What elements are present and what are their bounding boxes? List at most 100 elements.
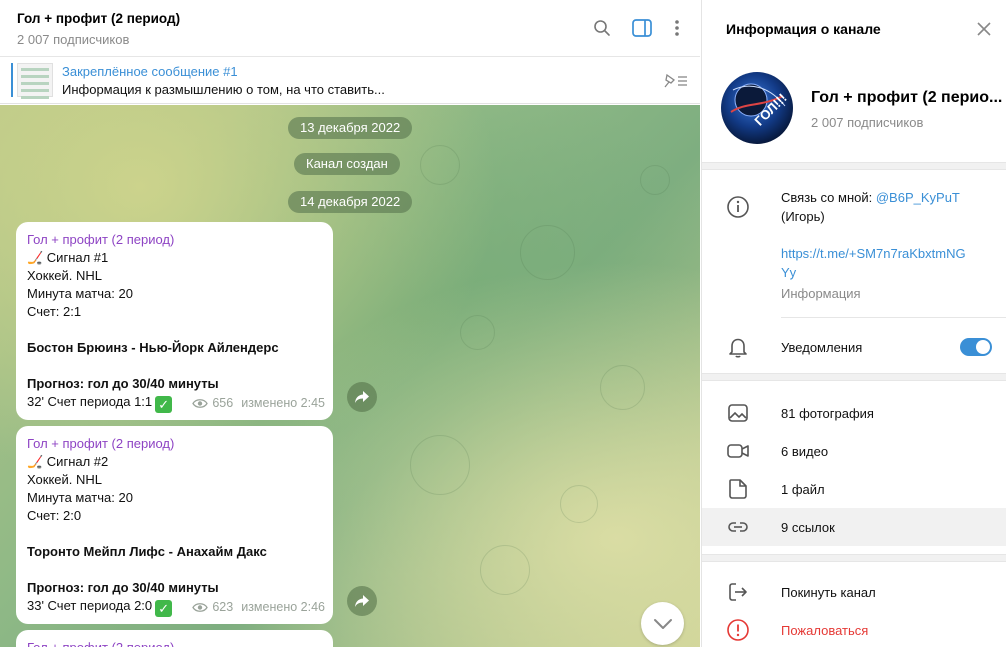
search-icon[interactable] bbox=[591, 17, 613, 39]
invite-link[interactable]: https://t.me/+SM7n7raKbxtmNG Yy bbox=[781, 244, 966, 282]
share-icon bbox=[355, 595, 369, 607]
edited-time: изменено 2:46 bbox=[241, 600, 325, 614]
views-count: 623 bbox=[212, 600, 234, 614]
message-bubble[interactable]: Гол + профит (2 период) 🏒 Сигнал #2 Хокк… bbox=[16, 426, 333, 624]
pinned-text: Информация к размышлению о том, на что с… bbox=[62, 82, 385, 97]
media-row-files[interactable]: 1 файл bbox=[702, 470, 1006, 508]
pinned-list-icon[interactable] bbox=[662, 71, 690, 91]
section-divider bbox=[702, 162, 1006, 170]
message-line: Прогноз: гол до 30/40 минуты bbox=[27, 580, 219, 595]
info-icon bbox=[726, 195, 750, 219]
message-line: 33' Счет периода 2:0 bbox=[27, 598, 153, 613]
message-author[interactable]: Гол + профит (2 период) bbox=[27, 639, 322, 647]
leave-channel-button[interactable]: Покинуть канал bbox=[702, 573, 1006, 611]
files-count: 1 файл bbox=[781, 482, 825, 497]
message-line: Хоккей. NHL bbox=[27, 268, 102, 283]
date-separator: 13 декабря 2022 bbox=[288, 117, 413, 139]
more-menu-icon[interactable] bbox=[666, 17, 688, 39]
message-bubble[interactable]: Гол + профит (2 период) bbox=[16, 630, 333, 647]
channel-subscribers: 2 007 подписчиков bbox=[811, 115, 924, 130]
video-icon bbox=[726, 439, 750, 463]
chevron-down-icon bbox=[653, 618, 672, 629]
row-divider bbox=[781, 317, 1006, 318]
chat-subtitle: 2 007 подписчиков bbox=[17, 32, 130, 47]
section-divider bbox=[702, 554, 1006, 562]
background-doodle bbox=[560, 485, 598, 523]
notifications-label: Уведомления bbox=[781, 340, 863, 355]
section-divider bbox=[702, 373, 1006, 381]
message-line: 🏒 Сигнал #1 bbox=[27, 250, 109, 265]
message-line: 🏒 Сигнал #2 bbox=[27, 454, 109, 469]
message-meta: 623 изменено 2:46 bbox=[192, 598, 325, 616]
scroll-to-bottom-button[interactable] bbox=[641, 602, 684, 645]
links-count: 9 ссылок bbox=[781, 520, 835, 535]
pinned-message[interactable]: Закреплённое сообщение #1 Информация к р… bbox=[0, 57, 700, 104]
photo-icon bbox=[726, 401, 750, 425]
videos-count: 6 видео bbox=[781, 444, 829, 459]
media-row-videos[interactable]: 6 видео bbox=[702, 432, 1006, 470]
message-line bbox=[27, 321, 322, 339]
views-icon bbox=[192, 602, 209, 612]
views-count: 656 bbox=[212, 396, 234, 410]
report-icon bbox=[726, 618, 750, 642]
contact-username-link[interactable]: @B6P_KyPuT bbox=[876, 190, 960, 205]
sidebar-toggle-icon[interactable] bbox=[631, 17, 653, 39]
report-button[interactable]: Пожаловаться bbox=[702, 611, 1006, 647]
contact-suffix: (Игорь) bbox=[781, 209, 825, 224]
views-icon bbox=[192, 398, 209, 408]
message-line bbox=[27, 357, 322, 375]
invite-link-line[interactable]: https://t.me/+SM7n7raKbxtmNG bbox=[781, 246, 966, 261]
message-line: Счет: 2:0 bbox=[27, 508, 82, 523]
message-line: Минута матча: 20 bbox=[27, 490, 133, 505]
close-icon[interactable] bbox=[974, 19, 994, 39]
message-line bbox=[27, 561, 322, 579]
media-row-links[interactable]: 9 ссылок bbox=[702, 508, 1006, 546]
background-doodle bbox=[600, 365, 645, 410]
background-doodle bbox=[460, 315, 495, 350]
background-doodle bbox=[420, 145, 460, 185]
message-line: 32' Счет периода 1:1 bbox=[27, 394, 153, 409]
link-icon bbox=[726, 515, 750, 539]
message-author[interactable]: Гол + профит (2 период) bbox=[27, 231, 322, 249]
message-author[interactable]: Гол + профит (2 период) bbox=[27, 435, 322, 453]
message-line: Прогноз: гол до 30/40 минуты bbox=[27, 376, 219, 391]
background-doodle bbox=[640, 165, 670, 195]
message-line: Торонто Мейпл Лифс - Анахайм Дакс bbox=[27, 544, 267, 559]
service-message: Канал создан bbox=[294, 153, 400, 175]
channel-description: Связь со мной: @B6P_KyPuT (Игорь) bbox=[781, 188, 960, 226]
photos-count: 81 фотография bbox=[781, 406, 874, 421]
pinned-indicator bbox=[11, 63, 13, 97]
pinned-thumbnail bbox=[17, 63, 53, 99]
exit-icon bbox=[726, 580, 750, 604]
forward-button[interactable] bbox=[347, 382, 377, 412]
report-label: Пожаловаться bbox=[781, 623, 869, 638]
invite-link-line[interactable]: Yy bbox=[781, 265, 796, 280]
message-bubble[interactable]: Гол + профит (2 период) 🏒 Сигнал #1 Хокк… bbox=[16, 222, 333, 420]
edited-time: изменено 2:45 bbox=[241, 396, 325, 410]
message-meta: 656 изменено 2:45 bbox=[192, 394, 325, 412]
message-line: Счет: 2:1 bbox=[27, 304, 82, 319]
background-doodle bbox=[520, 225, 575, 280]
contact-prefix: Связь со мной: bbox=[781, 190, 876, 205]
channel-info-panel: Информация о канале ГОЛ!!! Гол + профит … bbox=[701, 0, 1006, 647]
share-icon bbox=[355, 391, 369, 403]
notifications-toggle[interactable] bbox=[960, 338, 992, 356]
pinned-title: Закреплённое сообщение #1 bbox=[62, 64, 238, 79]
info-panel-title: Информация о канале bbox=[726, 21, 881, 37]
message-line: Хоккей. NHL bbox=[27, 472, 102, 487]
message-line: Бостон Брюинз - Нью-Йорк Айлендерс bbox=[27, 340, 279, 355]
forward-button[interactable] bbox=[347, 586, 377, 616]
bell-icon bbox=[726, 335, 750, 359]
background-doodle bbox=[480, 545, 530, 595]
check-mark-icon: ✓ bbox=[155, 396, 173, 413]
background-doodle bbox=[410, 435, 470, 495]
file-icon bbox=[726, 477, 750, 501]
toggle-knob bbox=[976, 340, 990, 354]
media-row-photos[interactable]: 81 фотография bbox=[702, 394, 1006, 432]
chat-title[interactable]: Гол + профит (2 период) bbox=[17, 11, 180, 26]
channel-name: Гол + профит (2 перио... bbox=[811, 89, 1003, 106]
channel-avatar[interactable]: ГОЛ!!! bbox=[721, 72, 793, 144]
chat-header[interactable]: Гол + профит (2 период) 2 007 подписчико… bbox=[0, 0, 700, 57]
message-line bbox=[27, 525, 322, 543]
message-line: Минута матча: 20 bbox=[27, 286, 133, 301]
